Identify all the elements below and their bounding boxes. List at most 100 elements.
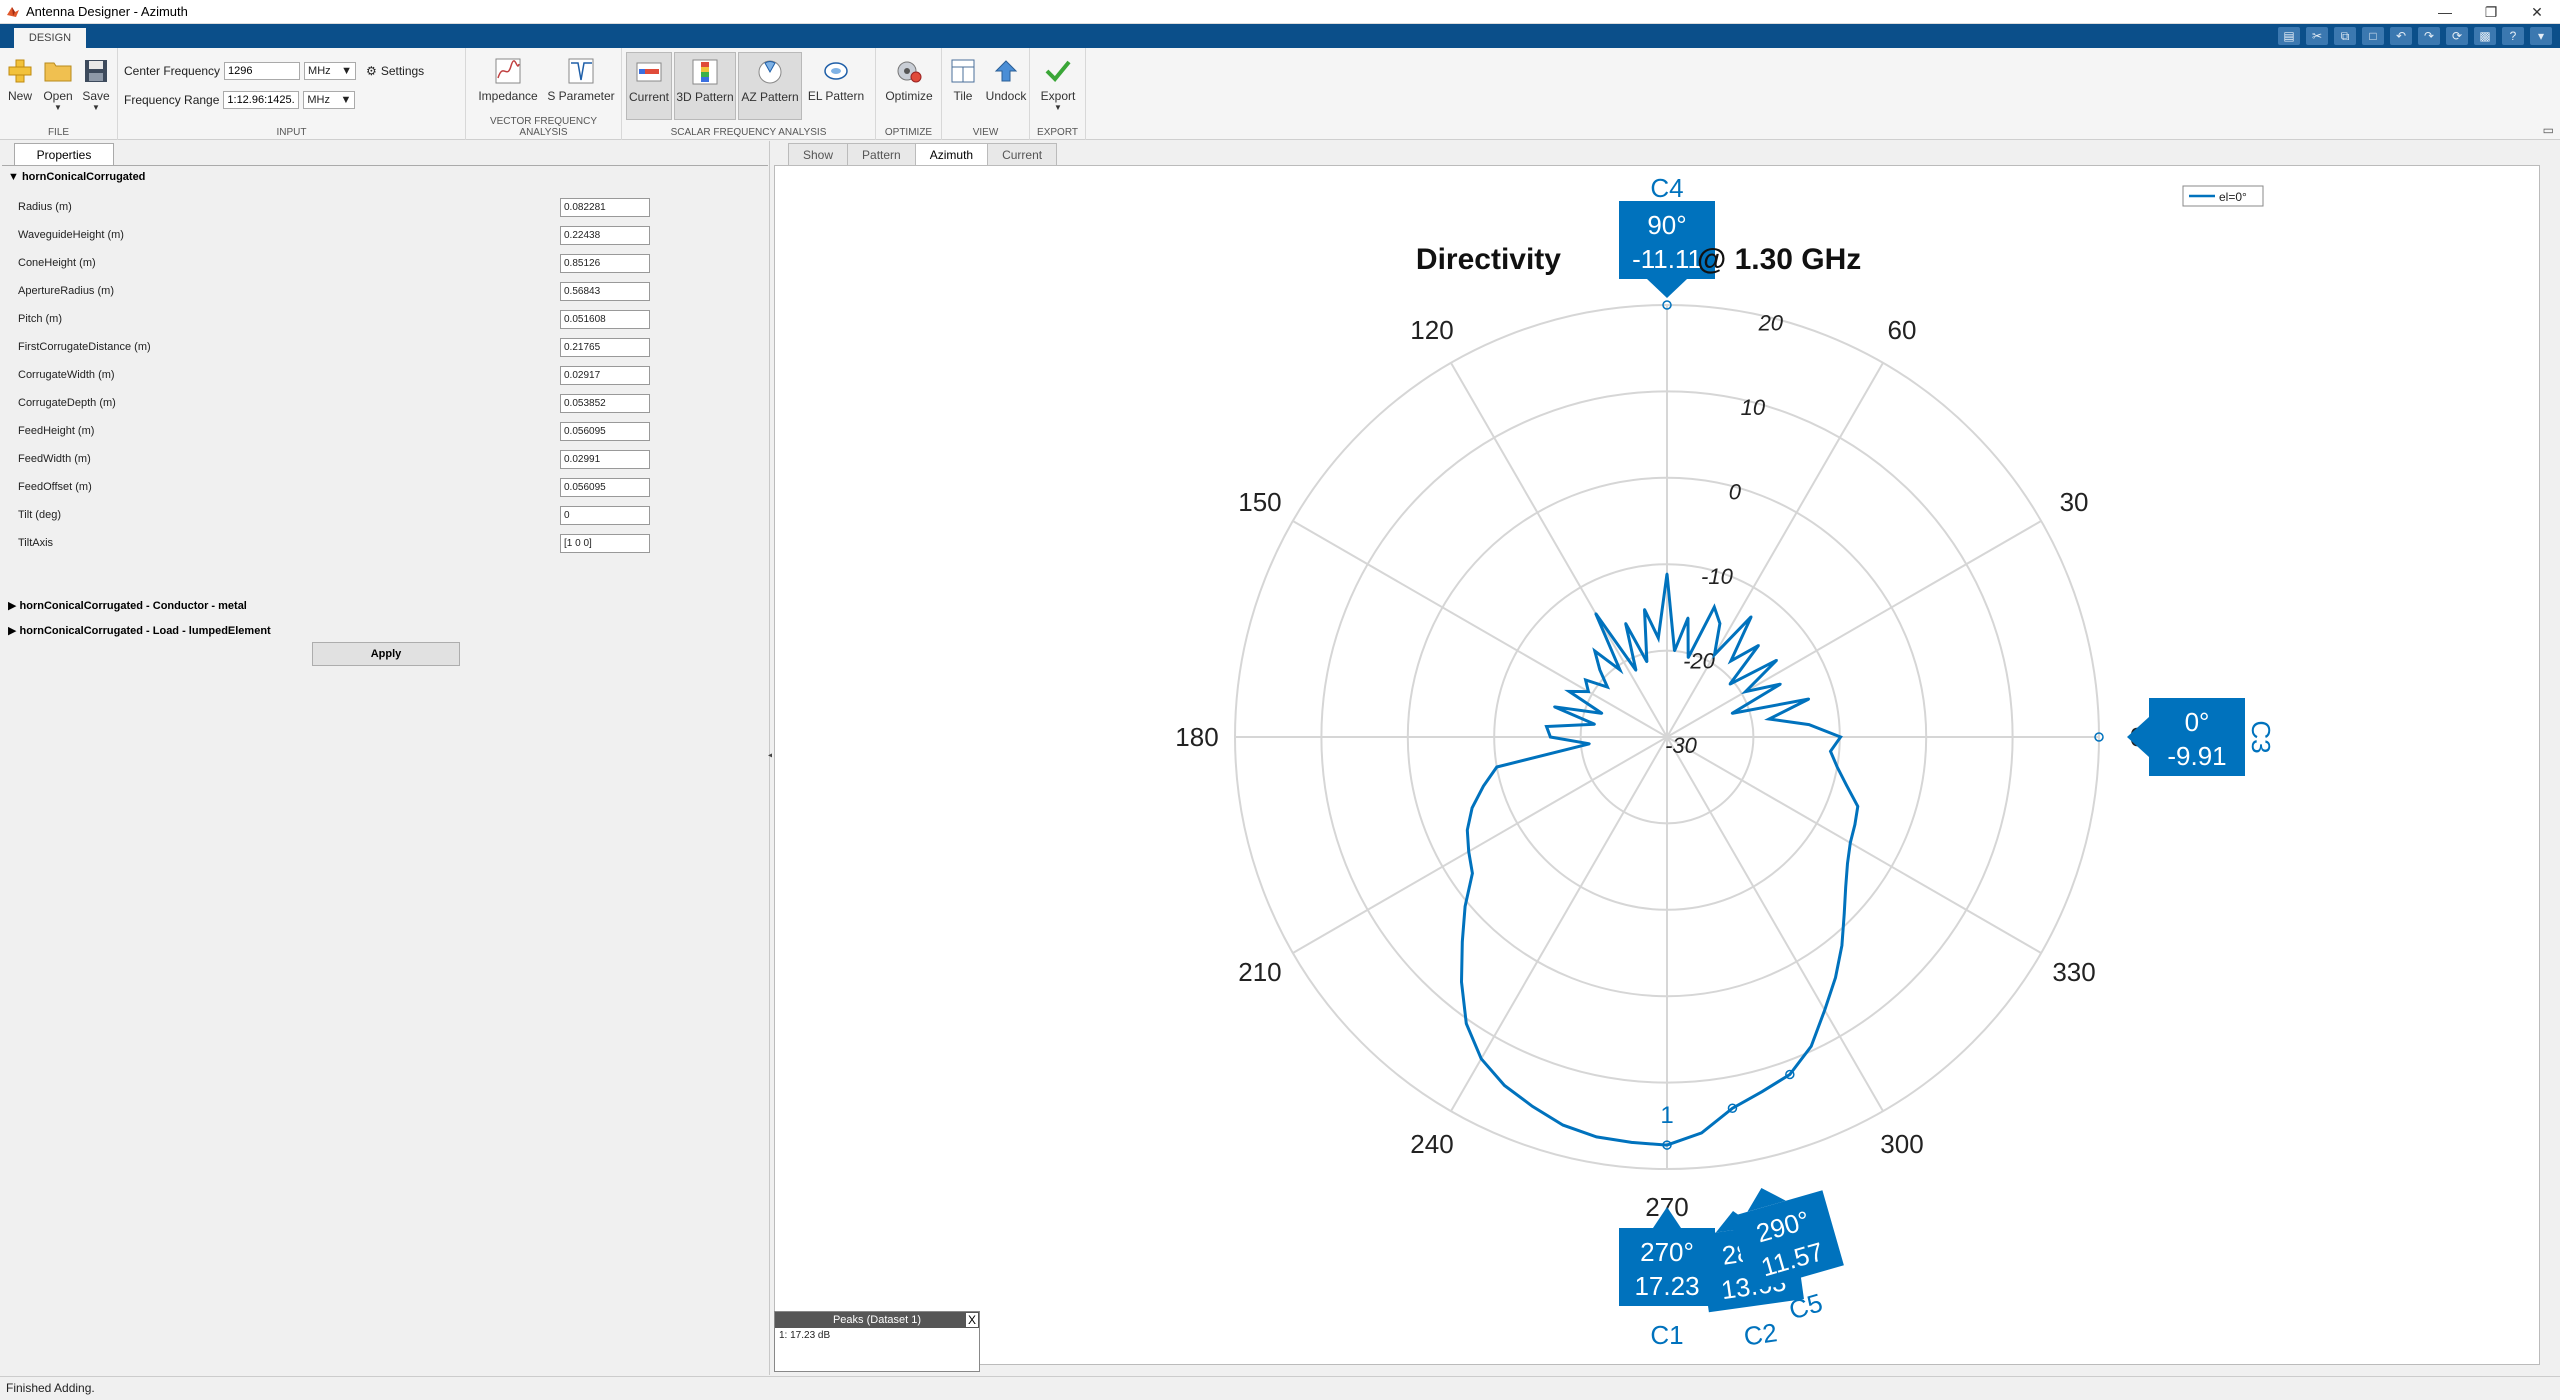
radial-tick-label: -30: [1665, 733, 1698, 758]
marker-value: 17.23: [1634, 1271, 1699, 1301]
az-pattern-button[interactable]: AZ Pattern: [738, 52, 802, 120]
angle-label: 210: [1238, 957, 1281, 987]
property-value-input[interactable]: 0: [560, 506, 650, 525]
marker-c3[interactable]: 0° -9.91 C3: [2094, 698, 2276, 776]
ribbon-collapse-icon[interactable]: ▭: [2543, 123, 2554, 137]
collapse-ribbon-icon[interactable]: ▾: [2530, 27, 2552, 45]
s-parameter-button[interactable]: S Parameter: [544, 52, 618, 120]
apply-button[interactable]: Apply: [312, 642, 460, 666]
section-horn-properties[interactable]: ▼ hornConicalCorrugated: [8, 171, 145, 183]
help-icon[interactable]: ?: [2502, 27, 2524, 45]
radial-tick-label: -10: [1701, 564, 1734, 589]
tab-current[interactable]: Current: [987, 143, 1058, 165]
property-value-input[interactable]: [1 0 0]: [560, 534, 650, 553]
data-point: [1845, 783, 1848, 787]
legend[interactable]: el=0°: [2182, 185, 2264, 207]
data-point: [1730, 712, 1734, 715]
polar-plot[interactable]: 0306090120150180210240270300330 20100-10…: [775, 166, 2541, 1366]
property-value-input[interactable]: 0.21765: [560, 338, 650, 357]
el-pattern-icon: [821, 56, 851, 86]
property-value-input[interactable]: 0.056095: [560, 478, 650, 497]
tile-button[interactable]: Tile: [944, 52, 982, 120]
plus-icon: [5, 56, 35, 86]
section-load[interactable]: ▶ hornConicalCorrugated - Load - lumpedE…: [8, 624, 271, 637]
property-name: Radius (m): [18, 201, 72, 213]
close-icon[interactable]: X: [965, 1312, 979, 1328]
property-value-input[interactable]: 0.85126: [560, 254, 650, 273]
open-button[interactable]: Open ▼: [38, 52, 78, 120]
undock-button[interactable]: Undock: [984, 52, 1028, 120]
data-point: [1645, 660, 1649, 664]
data-point: [1853, 823, 1857, 826]
property-value-input[interactable]: 0.02991: [560, 450, 650, 469]
data-point: [1713, 605, 1716, 609]
chevron-down-icon: ▼: [341, 65, 353, 77]
settings-button[interactable]: Settings: [381, 64, 424, 78]
tab-pattern[interactable]: Pattern: [847, 143, 916, 165]
save-button[interactable]: Save ▼: [76, 52, 116, 120]
copy-icon[interactable]: ⧉: [2334, 27, 2356, 45]
data-point: [1593, 723, 1596, 726]
data-point: [1465, 1022, 1468, 1025]
center-frequency-input[interactable]: [224, 62, 301, 80]
property-value-input[interactable]: 0.056095: [560, 422, 650, 441]
property-value-input[interactable]: 0.02917: [560, 366, 650, 385]
tab-design[interactable]: DESIGN: [14, 28, 86, 48]
data-point: [1567, 690, 1571, 693]
caret-right-icon: ▶: [8, 625, 17, 637]
marker-box: 90° -11.11 C4: [1619, 173, 1715, 298]
gear-icon[interactable]: ⚙: [366, 64, 377, 78]
optimize-button[interactable]: Optimize: [880, 52, 938, 120]
undo-icon[interactable]: ↶: [2390, 27, 2412, 45]
restore-icon[interactable]: ❐: [2468, 0, 2514, 24]
3d-pattern-button[interactable]: 3D Pattern: [674, 52, 736, 120]
data-point: [1460, 980, 1463, 984]
paste-icon[interactable]: □: [2362, 27, 2384, 45]
polar-figure: 0306090120150180210240270300330 20100-10…: [774, 165, 2540, 1365]
new-button[interactable]: New: [0, 52, 40, 120]
data-point: [1844, 885, 1847, 889]
property-row: Tilt (deg) 0: [18, 506, 658, 526]
frequency-range-unit-select[interactable]: MHz ▼: [303, 91, 356, 109]
property-value-input[interactable]: 0.082281: [560, 198, 650, 217]
save-quick-icon[interactable]: ▤: [2278, 27, 2300, 45]
data-point: [1657, 636, 1660, 640]
property-value-input[interactable]: 0.22438: [560, 226, 650, 245]
tab-properties[interactable]: Properties: [14, 143, 114, 165]
marker-value: -11.11: [1632, 244, 1702, 274]
section-conductor[interactable]: ▶ hornConicalCorrugated - Conductor - me…: [8, 599, 247, 612]
property-value-input[interactable]: 0.56843: [560, 282, 650, 301]
radial-tick-label: 10: [1741, 395, 1766, 420]
marker-pointer: [1647, 279, 1687, 298]
save-dropdown-icon[interactable]: ▼: [92, 103, 100, 112]
refresh-icon[interactable]: ⟳: [2446, 27, 2468, 45]
cut-icon[interactable]: ✂: [2306, 27, 2328, 45]
property-value-input[interactable]: 0.051608: [560, 310, 650, 329]
marker-angle: 270°: [1640, 1237, 1694, 1267]
close-icon[interactable]: ✕: [2514, 0, 2560, 24]
tile-icon: [948, 56, 978, 86]
marker-c4[interactable]: 90° -11.11 C4: [1619, 173, 1715, 310]
el-pattern-button[interactable]: EL Pattern: [804, 52, 868, 120]
center-frequency-unit-select[interactable]: MHz ▼: [304, 62, 357, 80]
export-button[interactable]: Export ▼: [1032, 52, 1084, 120]
property-name: Tilt (deg): [18, 509, 61, 521]
property-value-input[interactable]: 0.053852: [560, 394, 650, 413]
marker-value: -9.91: [2167, 741, 2226, 771]
minimize-icon[interactable]: —: [2422, 0, 2468, 24]
grid-spoke: [1450, 362, 1668, 738]
redo-icon[interactable]: ↷: [2418, 27, 2440, 45]
frequency-range-input[interactable]: [223, 91, 300, 109]
switch-windows-icon[interactable]: ▩: [2474, 27, 2496, 45]
current-button[interactable]: Current: [626, 52, 672, 120]
directivity-series: [1459, 572, 1860, 1147]
impedance-button[interactable]: Impedance: [474, 52, 542, 120]
angle-label: 120: [1410, 315, 1453, 345]
tab-azimuth[interactable]: Azimuth: [914, 143, 989, 165]
tab-show[interactable]: Show: [788, 143, 849, 165]
export-dropdown-icon[interactable]: ▼: [1054, 103, 1062, 112]
marker-label: C1: [1650, 1320, 1683, 1350]
input-group: Center Frequency MHz▼ ⚙ Settings Frequen…: [118, 48, 466, 140]
open-dropdown-icon[interactable]: ▼: [54, 103, 62, 112]
title-left: Directivity: [1416, 243, 1561, 276]
